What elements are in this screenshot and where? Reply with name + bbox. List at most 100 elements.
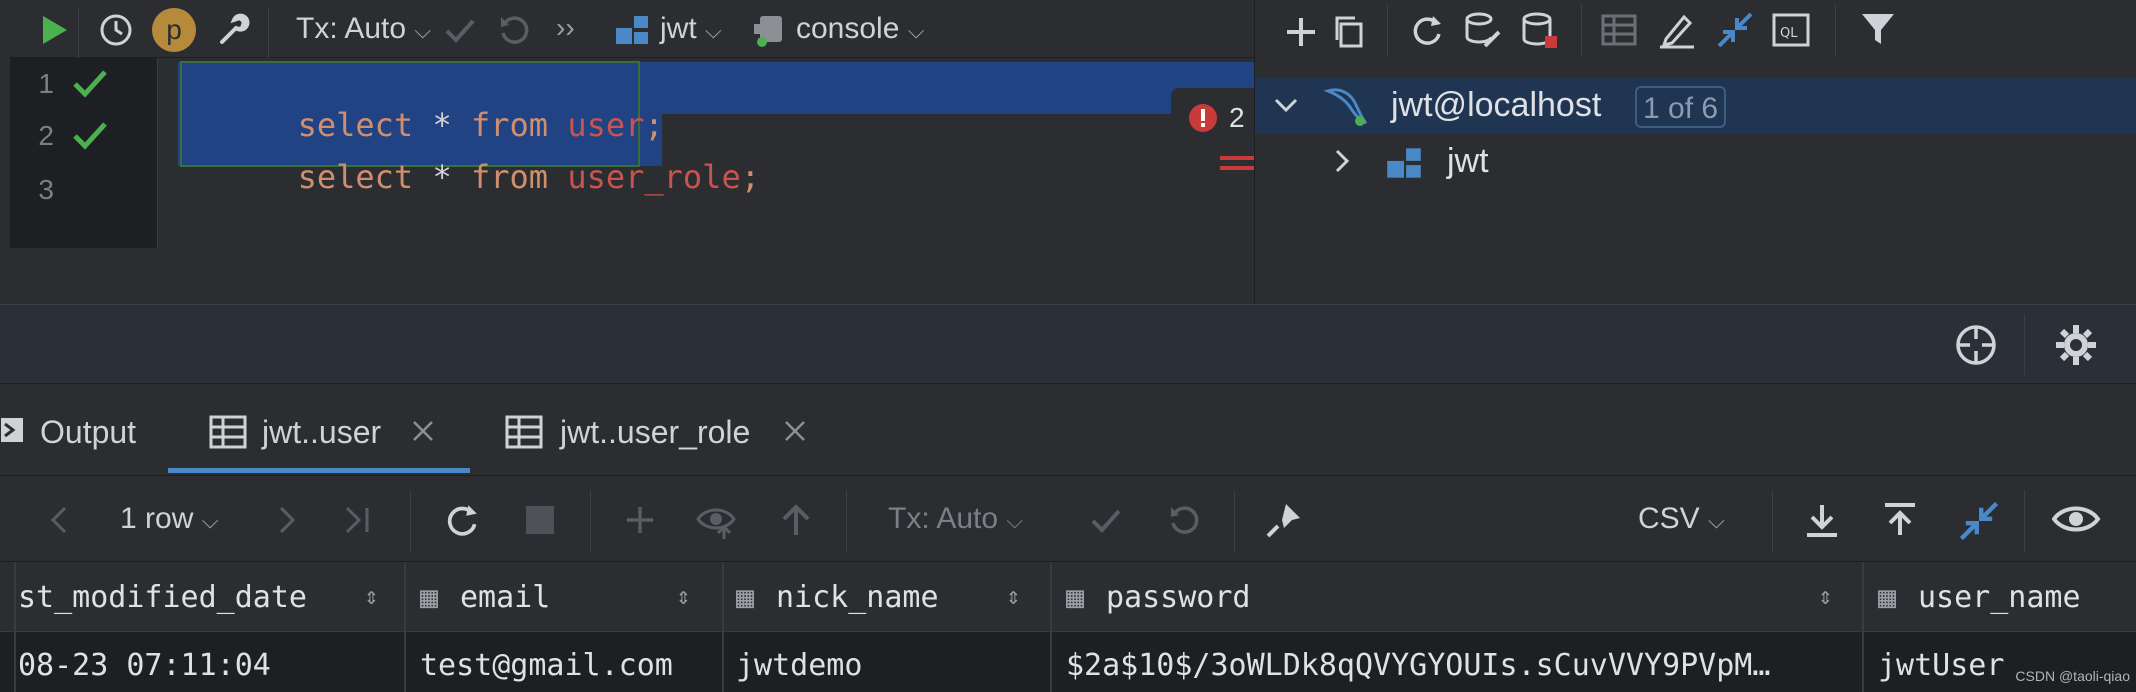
column-header[interactable]: ▦ nick_name ⇕ [736,580,1044,615]
tab-user[interactable]: jwt..user [190,384,480,476]
error-stripe-mark[interactable] [1220,166,1254,170]
last-page-icon[interactable] [338,500,378,540]
services-bar [0,304,2136,384]
column-header[interactable]: ▦ password ⇕ [1066,580,1856,615]
refresh-icon[interactable] [440,498,484,542]
table-icon [208,412,248,452]
chevron-left-icon[interactable] [42,500,78,540]
pin-icon[interactable] [1262,498,1306,542]
export-format-dropdown[interactable]: CSV ⌵ [1638,502,1725,536]
watermark: CSDN @taoli-qiao [2015,668,2130,684]
schema-label: jwt [1447,142,1489,180]
upload-icon[interactable] [1878,498,1922,542]
eye-icon[interactable] [2050,498,2104,544]
chevron-right-icon[interactable] [268,500,304,540]
sort-icon[interactable]: ⇕ [1818,582,1832,610]
column-header[interactable]: ▦ email ⇕ [420,580,716,615]
crosshair-icon[interactable] [1952,321,2000,369]
column-icon: ▦ [1066,580,1085,615]
view-row-icon[interactable] [694,498,740,544]
database-toolbar: QL [1254,0,2136,70]
line-number: 1 [38,68,54,99]
history-icon[interactable] [94,8,138,52]
db-settings-icon[interactable] [1461,8,1505,52]
output-icon [0,414,26,446]
chevron-right-icon[interactable] [1323,142,1361,180]
tab-user-role[interactable]: jwt..user_role [490,384,820,476]
stop-icon[interactable] [520,500,560,540]
editor-toolbar: p Tx: Auto ⌵ ›› jwt ⌵ console ⌵ [10,0,1254,60]
download-icon[interactable] [1800,498,1844,542]
results-toolbar: 1 row ⌵ Tx: Auto ⌵ CSV ⌵ [0,476,2136,562]
more-icon[interactable]: ›› [556,12,575,44]
connection-badge: 1 of 6 [1635,86,1727,128]
wrench-icon[interactable] [210,8,254,52]
svg-text:QL: QL [1780,26,1798,41]
add-icon[interactable] [1279,10,1323,54]
gear-icon[interactable] [2052,321,2100,369]
tree-row-connection[interactable]: jwt@localhost 1 of 6 [1255,78,2136,134]
tx-mode-dropdown[interactable]: Tx: Auto ⌵ [296,12,431,46]
error-icon [1187,102,1219,134]
close-icon[interactable] [780,416,810,446]
close-icon[interactable] [408,416,438,446]
tab-label: Output [40,414,137,450]
compare-icon[interactable] [1954,496,2004,546]
schema-icon [610,8,654,52]
results-grid[interactable]: st_modified_date ⇕ ▦ email ⇕ ▦ nick_name ⇕… [0,562,2136,692]
sort-icon[interactable]: ⇕ [364,582,378,610]
table-cell[interactable]: 08-23 07:11:04 [18,648,398,683]
add-row-icon[interactable] [620,500,660,540]
edit-icon[interactable] [1655,8,1699,52]
success-check-icon [72,68,108,105]
console-dropdown[interactable]: console ⌵ [796,12,924,46]
sort-icon[interactable]: ⇕ [1006,582,1020,610]
line-number: 2 [38,120,54,151]
duplicate-icon[interactable] [1327,10,1371,54]
error-stripe-mark[interactable] [1220,156,1254,160]
jump-to-source-icon[interactable] [1713,8,1757,52]
code-area[interactable]: select * from user; select * from user_r… [158,58,1403,248]
column-header[interactable]: ▦ user_name [1878,580,2136,615]
sort-icon[interactable]: ⇕ [676,582,690,610]
column-icon: ▦ [736,580,755,615]
table-cell[interactable]: test@gmail.com [420,648,716,683]
table-view-icon[interactable] [1597,8,1641,52]
query-console-icon[interactable]: QL [1769,8,1813,52]
console-icon [748,8,792,52]
rows-count-dropdown[interactable]: 1 row ⌵ [120,502,218,536]
table-cell[interactable]: jwtdemo [736,648,1044,683]
column-header[interactable]: st_modified_date ⇕ [18,580,398,615]
rollback-icon[interactable] [494,10,534,50]
connection-label: jwt@localhost [1391,86,1602,124]
profile-icon[interactable]: p [152,8,196,52]
filter-icon[interactable] [1855,6,1901,52]
mysql-dolphin-icon [1321,82,1371,130]
refresh-icon[interactable] [1405,8,1449,52]
commit-icon[interactable] [1086,500,1126,540]
table-icon [504,412,544,452]
run-icon[interactable] [34,10,74,50]
disconnect-icon[interactable] [1517,8,1561,52]
tab-output[interactable]: Output [0,384,150,476]
editor-gutter: 1 2 3 [10,58,158,248]
active-tab-indicator [168,468,470,473]
tx-mode-dropdown[interactable]: Tx: Auto ⌵ [888,502,1023,536]
column-icon: ▦ [1878,580,1897,615]
schema-icon [1381,140,1427,186]
schema-dropdown[interactable]: jwt ⌵ [660,12,722,46]
sql-editor[interactable]: 1 2 3 select * from user; select * from … [10,58,1403,304]
tree-row-schema[interactable]: jwt [1255,134,2136,190]
line-number: 3 [38,174,54,205]
rollback-icon[interactable] [1164,500,1204,540]
table-cell[interactable]: $2a$10$/3oWLDk8qQVYGYOUIs.sCuvVVY9PVpM… [1066,648,1856,683]
results-tabs: Output jwt..user jwt..user_role [0,384,2136,476]
chevron-down-icon[interactable] [1267,86,1305,124]
code-line-2[interactable]: select * from user_role; [182,120,760,234]
submit-icon[interactable] [774,498,818,542]
column-icon: ▦ [420,580,439,615]
problems-count: 2 [1229,102,1245,133]
editor-bottom-area [10,248,1254,304]
tab-label: jwt..user [262,414,382,450]
commit-icon[interactable] [440,10,480,50]
